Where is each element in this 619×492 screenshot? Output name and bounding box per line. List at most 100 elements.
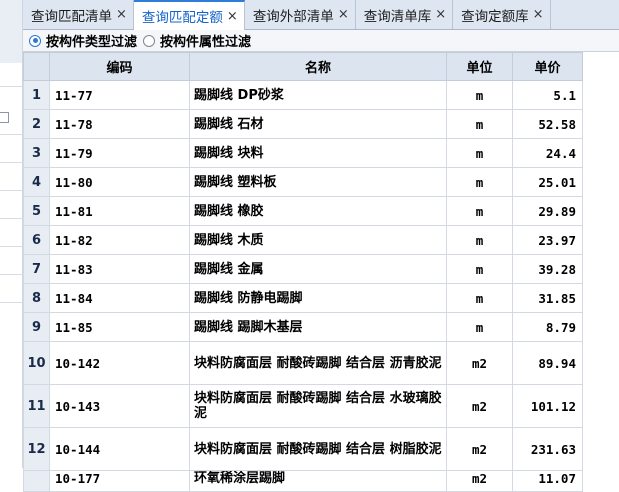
cell-price[interactable]: 5.1 bbox=[513, 81, 583, 110]
left-panel-divider bbox=[0, 302, 22, 303]
cell-price[interactable]: 25.01 bbox=[513, 168, 583, 197]
tab-match-list[interactable]: 查询匹配清单 × bbox=[23, 0, 134, 29]
cell-price[interactable]: 89.94 bbox=[513, 342, 583, 385]
column-header-code[interactable]: 编码 bbox=[50, 53, 190, 81]
cell-code[interactable]: 10-177 bbox=[50, 471, 190, 492]
row-filler bbox=[583, 110, 619, 139]
tab-quota-library[interactable]: 查询定额库 × bbox=[453, 0, 550, 29]
cell-code[interactable]: 11-85 bbox=[50, 313, 190, 342]
filter-bar: 按构件类型过滤 按构件属性过滤 bbox=[23, 30, 619, 52]
cell-price[interactable]: 29.89 bbox=[513, 197, 583, 226]
left-panel-checkbox[interactable] bbox=[0, 112, 9, 123]
row-filler bbox=[583, 197, 619, 226]
cell-price[interactable]: 231.63 bbox=[513, 428, 583, 471]
cell-name[interactable]: 踢脚线 踢脚木基层 bbox=[190, 313, 447, 342]
table-row[interactable]: 5 11-81 踢脚线 橡胶 m 29.89 bbox=[24, 197, 619, 226]
table-row[interactable]: 4 11-80 踢脚线 塑料板 m 25.01 bbox=[24, 168, 619, 197]
cell-price[interactable]: 101.12 bbox=[513, 385, 583, 428]
cell-unit[interactable]: m2 bbox=[447, 342, 513, 385]
row-number: 12 bbox=[24, 428, 50, 471]
cell-code[interactable]: 11-77 bbox=[50, 81, 190, 110]
tab-label: 查询外部清单 bbox=[253, 5, 334, 25]
tab-list-library[interactable]: 查询清单库 × bbox=[356, 0, 453, 29]
cell-price[interactable]: 8.79 bbox=[513, 313, 583, 342]
row-filler bbox=[583, 139, 619, 168]
cell-price[interactable]: 23.97 bbox=[513, 226, 583, 255]
cell-name[interactable]: 踢脚线 金属 bbox=[190, 255, 447, 284]
cell-code[interactable]: 10-143 bbox=[50, 385, 190, 428]
cell-unit[interactable]: m bbox=[447, 110, 513, 139]
cell-name[interactable]: 环氧稀涂层踢脚 bbox=[190, 471, 447, 492]
cell-name[interactable]: 踢脚线 木质 bbox=[190, 226, 447, 255]
cell-name[interactable]: 踢脚线 塑料板 bbox=[190, 168, 447, 197]
table-row[interactable]: 12 10-144 块料防腐面层 耐酸砖踢脚 结合层 树脂胶泥 m2 231.6… bbox=[24, 428, 619, 471]
column-header-price[interactable]: 单价 bbox=[513, 53, 583, 81]
cell-unit[interactable]: m bbox=[447, 139, 513, 168]
table-row[interactable]: 3 11-79 踢脚线 块料 m 24.4 bbox=[24, 139, 619, 168]
close-icon[interactable]: × bbox=[338, 7, 349, 22]
row-number: 7 bbox=[24, 255, 50, 284]
cell-code[interactable]: 11-83 bbox=[50, 255, 190, 284]
cell-price[interactable]: 24.4 bbox=[513, 139, 583, 168]
cell-price[interactable]: 31.85 bbox=[513, 284, 583, 313]
cell-code[interactable]: 11-81 bbox=[50, 197, 190, 226]
cell-unit[interactable]: m bbox=[447, 255, 513, 284]
cell-unit[interactable]: m bbox=[447, 168, 513, 197]
close-icon[interactable]: × bbox=[533, 7, 544, 22]
cell-price[interactable]: 11.07 bbox=[513, 471, 583, 492]
cell-price[interactable]: 39.28 bbox=[513, 255, 583, 284]
row-number: 9 bbox=[24, 313, 50, 342]
column-header-name[interactable]: 名称 bbox=[190, 53, 447, 81]
row-number bbox=[24, 471, 50, 492]
table-row[interactable]: 8 11-84 踢脚线 防静电踢脚 m 31.85 bbox=[24, 284, 619, 313]
filter-by-type-label[interactable]: 按构件类型过滤 bbox=[46, 31, 137, 50]
left-panel-divider bbox=[0, 218, 22, 219]
cell-code[interactable]: 11-84 bbox=[50, 284, 190, 313]
left-panel-header bbox=[0, 0, 22, 63]
cell-name[interactable]: 踢脚线 块料 bbox=[190, 139, 447, 168]
filter-by-type-radio[interactable] bbox=[29, 35, 41, 47]
cell-code[interactable]: 11-78 bbox=[50, 110, 190, 139]
cell-code[interactable]: 11-79 bbox=[50, 139, 190, 168]
cell-unit[interactable]: m bbox=[447, 197, 513, 226]
cell-unit[interactable]: m2 bbox=[447, 471, 513, 492]
close-icon[interactable]: × bbox=[116, 7, 127, 22]
column-header-unit[interactable]: 单位 bbox=[447, 53, 513, 81]
close-icon[interactable]: × bbox=[435, 7, 446, 22]
tab-label: 查询清单库 bbox=[364, 5, 432, 25]
cell-unit[interactable]: m bbox=[447, 226, 513, 255]
filter-by-attribute-radio[interactable] bbox=[143, 35, 155, 47]
table-row-partial[interactable]: 10-177 环氧稀涂层踢脚 m2 11.07 bbox=[24, 471, 619, 492]
close-icon[interactable]: × bbox=[227, 9, 238, 24]
cell-name[interactable]: 块料防腐面层 耐酸砖踢脚 结合层 树脂胶泥 bbox=[190, 428, 447, 471]
cell-name[interactable]: 块料防腐面层 耐酸砖踢脚 结合层 沥青胶泥 bbox=[190, 342, 447, 385]
cell-name[interactable]: 踢脚线 石材 bbox=[190, 110, 447, 139]
tab-external-list[interactable]: 查询外部清单 × bbox=[245, 0, 356, 29]
cell-code[interactable]: 11-80 bbox=[50, 168, 190, 197]
table-row[interactable]: 10 10-142 块料防腐面层 耐酸砖踢脚 结合层 沥青胶泥 m2 89.94 bbox=[24, 342, 619, 385]
cell-code[interactable]: 10-142 bbox=[50, 342, 190, 385]
cell-unit[interactable]: m2 bbox=[447, 385, 513, 428]
tab-match-quota[interactable]: 查询匹配定额 × bbox=[134, 0, 245, 30]
table-row[interactable]: 7 11-83 踢脚线 金属 m 39.28 bbox=[24, 255, 619, 284]
row-number: 2 bbox=[24, 110, 50, 139]
table-row[interactable]: 9 11-85 踢脚线 踢脚木基层 m 8.79 bbox=[24, 313, 619, 342]
cell-unit[interactable]: m bbox=[447, 313, 513, 342]
table-row[interactable]: 2 11-78 踢脚线 石材 m 52.58 bbox=[24, 110, 619, 139]
cell-name[interactable]: 踢脚线 DP砂浆 bbox=[190, 81, 447, 110]
tab-label: 查询匹配清单 bbox=[31, 5, 112, 25]
table-row[interactable]: 1 11-77 踢脚线 DP砂浆 m 5.1 bbox=[24, 81, 619, 110]
filter-by-attribute-label[interactable]: 按构件属性过滤 bbox=[160, 31, 251, 50]
cell-unit[interactable]: m bbox=[447, 284, 513, 313]
cell-name[interactable]: 块料防腐面层 耐酸砖踢脚 结合层 水玻璃胶泥 bbox=[190, 385, 447, 428]
cell-name[interactable]: 踢脚线 防静电踢脚 bbox=[190, 284, 447, 313]
cell-price[interactable]: 52.58 bbox=[513, 110, 583, 139]
cell-unit[interactable]: m2 bbox=[447, 428, 513, 471]
cell-name[interactable]: 踢脚线 橡胶 bbox=[190, 197, 447, 226]
table-row[interactable]: 11 10-143 块料防腐面层 耐酸砖踢脚 结合层 水玻璃胶泥 m2 101.… bbox=[24, 385, 619, 428]
cell-unit[interactable]: m bbox=[447, 81, 513, 110]
table-row[interactable]: 6 11-82 踢脚线 木质 m 23.97 bbox=[24, 226, 619, 255]
cell-code[interactable]: 11-82 bbox=[50, 226, 190, 255]
cell-code[interactable]: 10-144 bbox=[50, 428, 190, 471]
quota-table: 编码 名称 单位 单价 1 11-77 踢脚线 DP砂浆 m 5.1 2 11-… bbox=[23, 52, 619, 492]
